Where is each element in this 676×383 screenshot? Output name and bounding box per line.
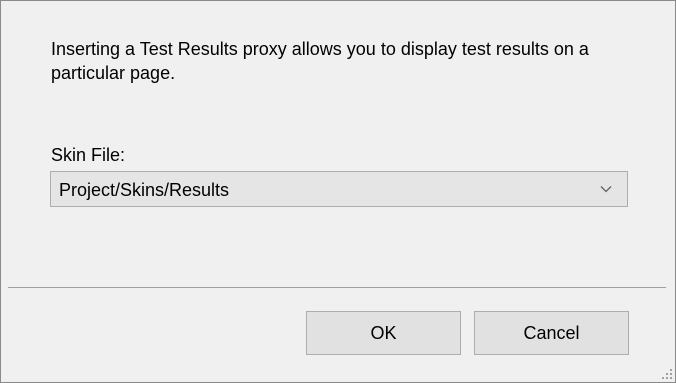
skin-file-dropdown[interactable]: Project/Skins/Results — [50, 171, 628, 207]
footer-separator — [8, 287, 666, 288]
resize-grip-icon[interactable] — [661, 368, 673, 380]
chevron-down-icon — [600, 186, 612, 193]
skin-file-label: Skin File: — [51, 145, 126, 165]
test-results-proxy-dialog: Inserting a Test Results proxy allows yo… — [0, 0, 676, 383]
ok-button[interactable]: OK — [306, 311, 461, 355]
dialog-description: Inserting a Test Results proxy allows yo… — [51, 39, 589, 83]
skin-file-selected-value: Project/Skins/Results — [59, 180, 230, 200]
cancel-button[interactable]: Cancel — [474, 311, 629, 355]
